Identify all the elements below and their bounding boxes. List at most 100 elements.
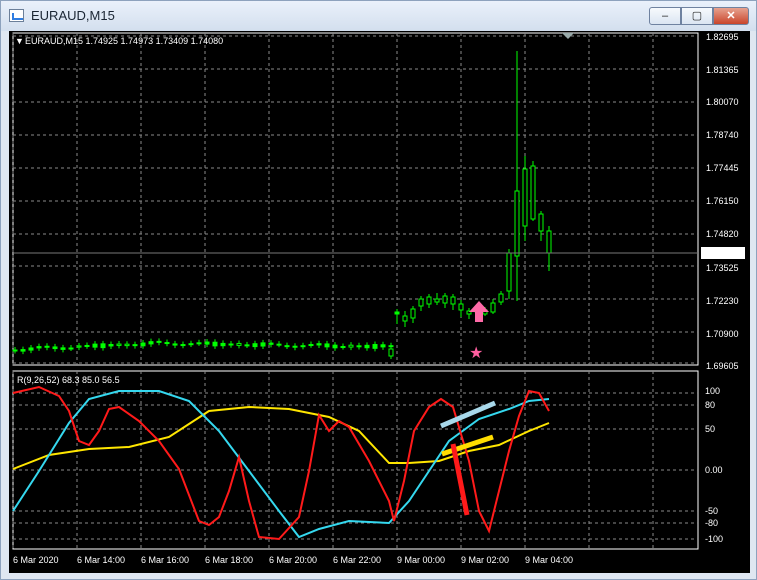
candle-body (68, 347, 74, 350)
candle (28, 344, 34, 354)
candle (522, 156, 528, 241)
candle (188, 340, 194, 348)
candle (148, 338, 154, 347)
candle-body (434, 298, 440, 303)
price-axis: 1.82695 1.81365 1.80070 1.78740 1.77445 1.761… (706, 32, 739, 371)
candle (52, 343, 58, 352)
candle-body (530, 165, 536, 220)
indicator-header: R(9,26,52) 68.3 85.0 56.5 (17, 375, 120, 385)
candle-body (140, 342, 146, 347)
candle-body (236, 342, 242, 346)
candle-body (514, 190, 520, 257)
candle-body (244, 344, 250, 347)
price-label: 1.82695 (706, 32, 739, 42)
candle (466, 308, 472, 319)
candle (332, 342, 338, 351)
candle-body (372, 344, 378, 349)
chart-svg[interactable]: ▼ EURAUD,M15 1.74925 1.74973 1.73409 1.7… (9, 31, 750, 573)
candle-body (348, 344, 354, 348)
candle-body (156, 340, 162, 343)
candle-body (380, 344, 386, 348)
title-bar[interactable]: EURAUD,M15 – ▢ ✕ (1, 1, 756, 31)
candle (434, 293, 440, 305)
candle-body (92, 343, 98, 348)
indicator-level-label: -80 (705, 518, 718, 528)
candle-body (388, 348, 394, 357)
candle-body (410, 308, 416, 319)
candle (498, 291, 504, 305)
main-chart-frame (12, 32, 699, 366)
candle-body (260, 342, 266, 347)
candle (228, 341, 234, 348)
price-label: 1.74820 (706, 229, 739, 239)
mt4-chart-window: EURAUD,M15 – ▢ ✕ ▼ EURAUD,M15 1.74925 1.… (0, 0, 757, 580)
candle-body (356, 345, 362, 348)
candle (244, 341, 250, 349)
price-label: 1.80070 (706, 97, 739, 107)
candle-body (394, 311, 400, 315)
candle (372, 341, 378, 352)
minimize-button[interactable]: – (649, 7, 681, 25)
candle (164, 339, 170, 347)
up-arrow-icon[interactable] (469, 301, 489, 322)
candle-body (12, 349, 18, 352)
price-label: 1.77445 (706, 163, 739, 173)
candle (450, 294, 456, 310)
candle-body (220, 342, 226, 347)
candle-body (458, 303, 464, 311)
candle-body (228, 343, 234, 346)
candle (124, 341, 130, 349)
candle (418, 296, 424, 311)
trendline-blue[interactable] (440, 400, 496, 429)
candle (220, 340, 226, 349)
candle (506, 249, 512, 299)
candle (530, 161, 536, 221)
candle (60, 344, 66, 353)
candle (20, 346, 26, 355)
candle (12, 347, 18, 354)
candle (100, 340, 106, 351)
time-label: 6 Mar 2020 (13, 555, 59, 565)
candle (284, 342, 290, 349)
candle (546, 226, 552, 271)
candle (426, 294, 432, 308)
candle (156, 338, 162, 346)
maximize-button[interactable]: ▢ (681, 7, 713, 25)
candle-body (442, 295, 448, 304)
candle (340, 343, 346, 350)
candle-body (276, 343, 282, 346)
candle-body (28, 347, 34, 351)
time-label: 9 Mar 00:00 (397, 555, 445, 565)
time-label: 6 Mar 14:00 (77, 555, 125, 565)
indicator-level-label: 50 (705, 424, 715, 434)
candle-body (546, 230, 552, 254)
indicator-level-label: 0.00 (705, 465, 723, 475)
candle-body (498, 293, 504, 303)
close-button[interactable]: ✕ (713, 7, 749, 25)
candle-body (522, 168, 528, 227)
time-label: 6 Mar 22:00 (333, 555, 381, 565)
candle (132, 341, 138, 349)
candle-body (212, 341, 218, 347)
indicator-line-red (12, 385, 550, 541)
candle (260, 339, 266, 350)
indicator-axis: 100 80 50 0.00 -50 -80 -100 (705, 386, 723, 544)
candle (316, 340, 322, 348)
star-icon[interactable]: ★ (469, 343, 483, 362)
candle-body (196, 342, 202, 345)
candle-body (204, 341, 210, 345)
candle-body (100, 343, 106, 349)
candle (92, 341, 98, 351)
candle-body (340, 346, 346, 349)
candle-body (124, 343, 130, 347)
price-label: 1.72230 (706, 296, 739, 306)
candle (140, 340, 146, 349)
candle (442, 293, 448, 308)
candle (380, 341, 386, 350)
candle-body (76, 345, 82, 348)
chart-area[interactable]: ▼ EURAUD,M15 1.74925 1.74973 1.73409 1.7… (9, 31, 750, 573)
dropdown-triangle-icon[interactable]: ▼ (15, 36, 24, 46)
candle (538, 211, 544, 241)
candle-body (418, 298, 424, 307)
candle (356, 342, 362, 350)
